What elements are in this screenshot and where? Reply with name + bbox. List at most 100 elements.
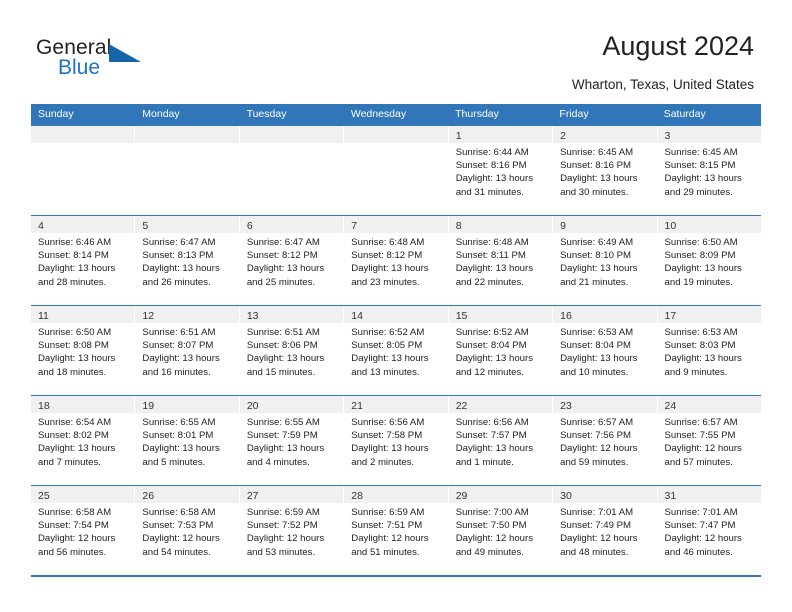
day-detail-line: Sunset: 8:09 PM [664, 250, 736, 262]
day-detail-line: Sunset: 7:58 PM [351, 430, 423, 442]
day-detail-line: Sunset: 8:16 PM [560, 160, 632, 172]
day-details: Sunrise: 7:01 AM Sunset: 7:49 PM Daylight:… [553, 503, 656, 559]
day-number-band: 26 [135, 486, 239, 503]
day-number-band: 31 [657, 486, 761, 503]
day-cell[interactable]: 20 Sunrise: 6:55 AM Sunset: 7:59 PM Dayligh… [239, 396, 345, 485]
day-number-band: 13 [239, 306, 344, 323]
day-number-band: 10 [657, 216, 761, 233]
day-number-band: 11 [31, 306, 135, 323]
day-number: 9 [560, 220, 566, 232]
day-details: Sunrise: 6:59 AM Sunset: 7:52 PM Daylight:… [240, 503, 343, 559]
weekday-header-wednesday: Wednesday [350, 108, 407, 120]
weekday-header-thursday: Thursday [455, 108, 499, 120]
day-detail-line: Sunrise: 6:57 AM [560, 417, 634, 428]
day-cell[interactable]: 30 Sunrise: 7:01 AM Sunset: 7:49 PM Dayligh… [553, 486, 658, 575]
day-detail-line: and 59 minutes. [560, 456, 629, 468]
day-cell[interactable]: 21 Sunrise: 6:56 AM Sunset: 7:58 PM Dayligh… [344, 396, 449, 485]
day-cell[interactable]: 17 Sunrise: 6:53 AM Sunset: 8:03 PM Dayligh… [657, 306, 761, 395]
brand-logo[interactable]: General Blue [36, 36, 156, 84]
day-number: 28 [351, 490, 363, 502]
day-number-band [135, 126, 239, 143]
day-detail-line: Daylight: 13 hours [560, 173, 638, 185]
calendar-week-row: 18 Sunrise: 6:54 AM Sunset: 8:02 PM Dayligh… [31, 395, 761, 485]
day-cell[interactable]: 1 Sunrise: 6:44 AM Sunset: 8:16 PM Daylight… [448, 126, 554, 215]
day-number: 21 [351, 400, 363, 412]
day-detail-line: Sunrise: 6:51 AM [142, 327, 216, 338]
weekday-header-sunday: Sunday [38, 108, 74, 120]
day-cell[interactable]: 8 Sunrise: 6:48 AM Sunset: 8:11 PM Daylight… [448, 216, 554, 305]
day-cell[interactable]: 18 Sunrise: 6:54 AM Sunset: 8:02 PM Dayligh… [31, 396, 136, 485]
day-cell[interactable]: 26 Sunrise: 6:58 AM Sunset: 7:53 PM Dayligh… [135, 486, 240, 575]
day-details: Sunrise: 6:44 AM Sunset: 8:16 PM Daylight:… [449, 143, 552, 199]
day-detail-line: Sunrise: 6:51 AM [246, 327, 320, 338]
day-cell[interactable]: 29 Sunrise: 7:00 AM Sunset: 7:50 PM Dayligh… [448, 486, 554, 575]
day-cell[interactable]: 31 Sunrise: 7:01 AM Sunset: 7:47 PM Dayligh… [657, 486, 761, 575]
day-detail-line: Sunrise: 6:57 AM [664, 417, 738, 428]
day-cell[interactable]: 23 Sunrise: 6:57 AM Sunset: 7:56 PM Dayligh… [553, 396, 658, 485]
day-cell[interactable]: 15 Sunrise: 6:52 AM Sunset: 8:04 PM Dayligh… [448, 306, 554, 395]
day-cell[interactable]: 11 Sunrise: 6:50 AM Sunset: 8:08 PM Dayligh… [31, 306, 136, 395]
day-cell[interactable]: 7 Sunrise: 6:48 AM Sunset: 8:12 PM Daylight… [344, 216, 449, 305]
calendar-grid: Sunday Monday Tuesday Wednesday Thursday Frid… [31, 104, 761, 577]
day-detail-line: and 1 minute. [455, 456, 514, 468]
day-cell[interactable]: 19 Sunrise: 6:55 AM Sunset: 8:01 PM Dayligh… [135, 396, 240, 485]
day-number-band: 21 [344, 396, 448, 413]
day-detail-line: Sunset: 8:14 PM [38, 250, 109, 262]
day-cell[interactable]: 28 Sunrise: 6:59 AM Sunset: 7:51 PM Dayligh… [344, 486, 449, 575]
day-details: Sunrise: 6:57 AM Sunset: 7:56 PM Daylight:… [553, 413, 656, 469]
day-cell[interactable]: 10 Sunrise: 6:50 AM Sunset: 8:09 PM Dayligh… [657, 216, 761, 305]
day-number: 13 [246, 310, 259, 322]
day-detail-line: Sunset: 8:06 PM [246, 340, 318, 352]
day-cell[interactable]: 24 Sunrise: 6:57 AM Sunset: 7:55 PM Dayligh… [657, 396, 761, 485]
day-detail-line: Sunrise: 6:52 AM [455, 327, 529, 338]
day-detail-line: Sunrise: 7:01 AM [560, 507, 634, 518]
day-cell[interactable]: 6 Sunrise: 6:47 AM Sunset: 8:12 PM Daylight… [239, 216, 345, 305]
day-number: 22 [455, 400, 468, 412]
day-detail-line: Sunset: 7:50 PM [455, 520, 527, 532]
day-detail-line: Sunrise: 6:55 AM [142, 417, 216, 428]
day-cell[interactable]: 27 Sunrise: 6:59 AM Sunset: 7:52 PM Dayligh… [239, 486, 345, 575]
day-cell[interactable]: 22 Sunrise: 6:56 AM Sunset: 7:57 PM Dayligh… [448, 396, 554, 485]
day-cell-empty [239, 126, 345, 215]
day-detail-line: Sunrise: 6:50 AM [664, 237, 738, 248]
day-detail-line: Daylight: 12 hours [560, 443, 638, 455]
day-cell[interactable]: 9 Sunrise: 6:49 AM Sunset: 8:10 PM Daylight… [553, 216, 658, 305]
day-detail-line: Daylight: 12 hours [351, 533, 429, 545]
day-detail-line: Daylight: 13 hours [142, 443, 220, 455]
day-cell[interactable]: 13 Sunrise: 6:51 AM Sunset: 8:06 PM Dayligh… [239, 306, 345, 395]
day-detail-line: Sunset: 7:52 PM [246, 520, 318, 532]
day-detail-line: Sunrise: 6:59 AM [246, 507, 320, 518]
day-cell[interactable]: 16 Sunrise: 6:53 AM Sunset: 8:04 PM Dayligh… [553, 306, 658, 395]
day-detail-line: Daylight: 12 hours [246, 533, 325, 545]
day-detail-line: Daylight: 13 hours [455, 443, 534, 455]
day-number: 11 [38, 310, 49, 322]
day-detail-line: Sunset: 7:57 PM [455, 430, 527, 442]
day-details: Sunrise: 6:52 AM Sunset: 8:04 PM Daylight:… [449, 323, 552, 379]
day-cell[interactable]: 4 Sunrise: 6:46 AM Sunset: 8:14 PM Daylight… [31, 216, 136, 305]
day-details: Sunrise: 6:55 AM Sunset: 7:59 PM Daylight:… [240, 413, 343, 469]
day-cell[interactable]: 3 Sunrise: 6:45 AM Sunset: 8:15 PM Daylight… [657, 126, 761, 215]
day-details: Sunrise: 6:50 AM Sunset: 8:09 PM Daylight:… [658, 233, 761, 289]
day-detail-line: Sunset: 7:51 PM [351, 520, 423, 532]
day-number: 5 [142, 220, 149, 232]
day-cell[interactable]: 14 Sunrise: 6:52 AM Sunset: 8:05 PM Dayligh… [344, 306, 449, 395]
day-details [31, 143, 134, 146]
day-cell[interactable]: 5 Sunrise: 6:47 AM Sunset: 8:13 PM Daylight… [135, 216, 240, 305]
day-number-band: 23 [553, 396, 657, 413]
day-number-band: 1 [448, 126, 553, 143]
day-cell[interactable]: 25 Sunrise: 6:58 AM Sunset: 7:54 PM Dayligh… [31, 486, 136, 575]
day-details: Sunrise: 6:52 AM Sunset: 8:05 PM Daylight:… [344, 323, 447, 379]
day-detail-line: Sunrise: 6:56 AM [351, 417, 425, 428]
weekday-header-monday: Monday [142, 108, 180, 120]
day-cell[interactable]: 12 Sunrise: 6:51 AM Sunset: 8:07 PM Dayligh… [135, 306, 240, 395]
day-cell[interactable]: 2 Sunrise: 6:45 AM Sunset: 8:16 PM Daylight… [553, 126, 658, 215]
day-detail-line: Sunset: 8:16 PM [455, 160, 527, 172]
day-detail-line: Sunset: 8:13 PM [142, 250, 214, 262]
day-details: Sunrise: 6:51 AM Sunset: 8:07 PM Daylight:… [135, 323, 238, 379]
day-detail-line: Sunrise: 6:50 AM [38, 327, 112, 338]
day-number-band [344, 126, 448, 143]
day-number: 20 [246, 400, 259, 412]
day-number-band: 2 [553, 126, 657, 143]
day-number-band: 28 [344, 486, 448, 503]
day-detail-line: Sunset: 7:49 PM [560, 520, 632, 532]
